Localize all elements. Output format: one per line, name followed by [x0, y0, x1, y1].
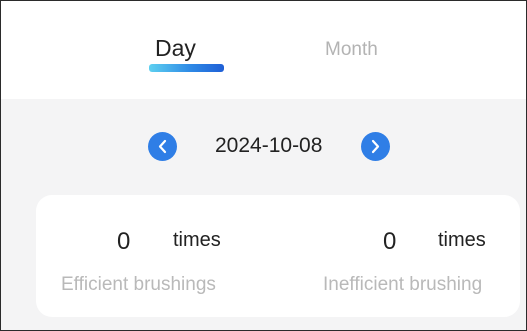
- efficient-unit: times: [173, 229, 221, 251]
- date-navigator: 2024-10-08: [1, 132, 526, 162]
- inefficient-count: 0: [383, 228, 397, 255]
- efficient-label: Efficient brushings: [61, 274, 216, 295]
- active-tab-indicator: [149, 64, 224, 72]
- chevron-right-icon: [371, 139, 380, 154]
- tab-month[interactable]: Month: [325, 39, 395, 79]
- next-day-button[interactable]: [361, 132, 390, 161]
- tab-month-label: Month: [325, 39, 378, 60]
- tab-day[interactable]: Day: [149, 35, 229, 75]
- inefficient-label: Inefficient brushing: [323, 274, 483, 295]
- period-tab-bar: Day Month: [1, 1, 526, 99]
- brushing-summary-card: 0 times Efficient brushings 0 times Inef…: [36, 195, 520, 317]
- inefficient-unit: times: [438, 229, 486, 251]
- chevron-left-icon: [158, 139, 167, 154]
- efficient-count: 0: [117, 228, 131, 255]
- previous-day-button[interactable]: [148, 132, 177, 161]
- tab-day-label: Day: [155, 35, 196, 61]
- brushing-stats-screen: Day Month 2024-10-08 0 times Efficient b…: [0, 0, 527, 331]
- current-date: 2024-10-08: [215, 134, 323, 157]
